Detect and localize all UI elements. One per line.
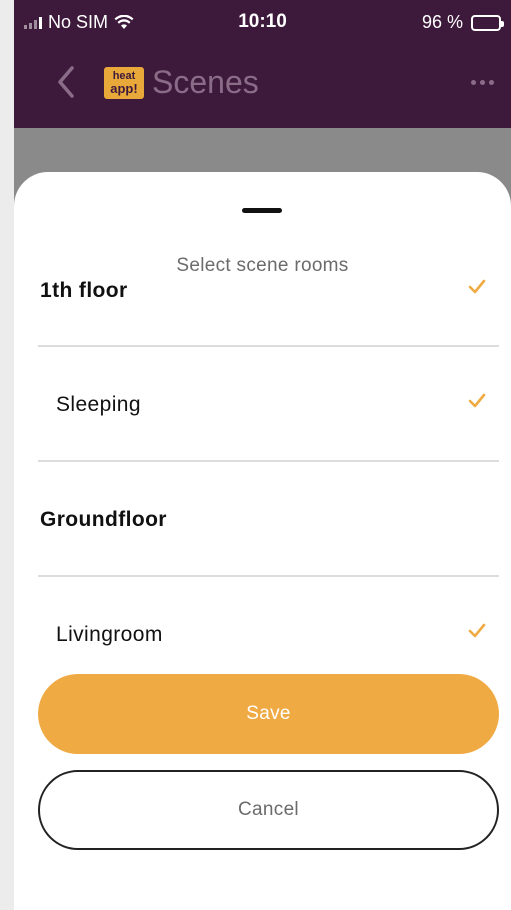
check-icon <box>468 279 486 294</box>
more-dot-icon <box>479 79 485 85</box>
check-icon <box>468 623 486 638</box>
status-bar: No SIM 10:10 96 % <box>14 0 511 44</box>
scene-rooms-sheet: Select scene rooms 1th floor Sleeping Gr… <box>14 172 511 910</box>
row-divider <box>38 460 499 462</box>
row-divider <box>38 575 499 577</box>
back-button[interactable] <box>48 64 84 100</box>
room-label: Groundfloor <box>40 508 167 531</box>
battery-percent: 96 % <box>421 12 463 32</box>
cancel-button[interactable]: Cancel <box>38 770 499 850</box>
more-options-button[interactable] <box>465 72 499 92</box>
logo-line-2: app! <box>110 81 138 96</box>
more-dot-icon <box>488 79 494 85</box>
room-label: Sleeping <box>56 393 141 416</box>
sheet-title: Select scene rooms <box>176 255 349 276</box>
page-title: Scenes <box>152 64 259 100</box>
room-label: 1th floor <box>40 279 128 302</box>
room-row-groundfloor[interactable]: Groundfloor <box>38 508 499 623</box>
more-dot-icon <box>470 79 476 85</box>
nav-bar: heat app! Scenes <box>14 58 511 110</box>
room-row-1th-floor[interactable]: 1th floor <box>38 279 499 394</box>
save-button[interactable]: Save <box>38 674 499 754</box>
heatapp-logo: heat app! <box>104 67 144 99</box>
status-right: 96 % <box>421 12 504 33</box>
sheet-drag-handle[interactable] <box>242 208 282 213</box>
room-row-sleeping[interactable]: Sleeping <box>38 393 499 508</box>
room-label: Livingroom <box>56 623 163 646</box>
chevron-left-icon <box>58 66 74 98</box>
check-icon <box>468 393 486 408</box>
battery-icon <box>471 14 504 31</box>
row-divider <box>38 345 499 347</box>
top-header: No SIM 10:10 96 % heat app! Scenes <box>14 0 511 128</box>
app-screen: No SIM 10:10 96 % heat app! Scenes Selec… <box>0 0 511 910</box>
